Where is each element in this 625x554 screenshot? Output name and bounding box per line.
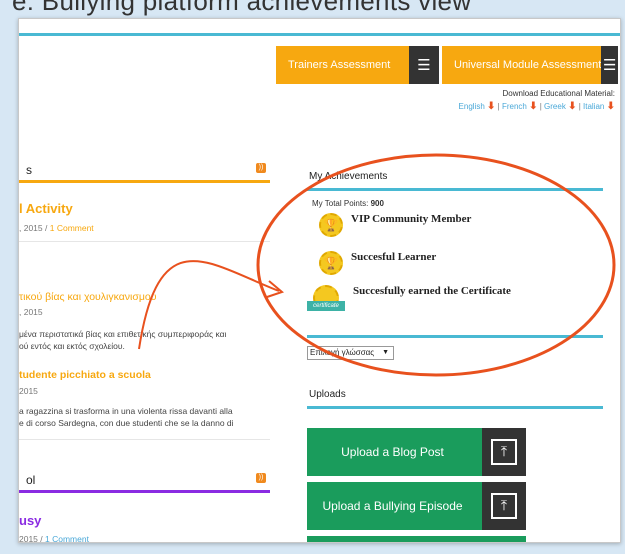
achievement-name: VIP Community Member xyxy=(351,213,472,225)
download-arrow-icon[interactable]: ⬇ xyxy=(529,101,537,112)
achievements-bottom-rule xyxy=(307,335,603,338)
download-title: Download Educational Material: xyxy=(502,89,615,98)
post-date: , 2015 xyxy=(19,223,43,233)
top-rule xyxy=(19,33,620,36)
language-select[interactable]: Επιλογή γλώσσας ▼ xyxy=(307,346,394,360)
universal-module-assessment-label: Universal Module Assessment xyxy=(454,59,602,71)
uploads-underline xyxy=(307,406,603,409)
download-languages: English ⬇ | French ⬇ | Greek ⬇ | Italian… xyxy=(459,101,615,112)
trainers-assessment-button[interactable]: Trainers Assessment ☰ xyxy=(276,46,439,84)
uploads-heading: Uploads xyxy=(309,389,346,400)
trophy-icon: 🏆 xyxy=(319,213,343,237)
comments-link[interactable]: 1 Comment xyxy=(50,223,94,233)
highlight-arrowhead xyxy=(266,280,285,298)
separator: | xyxy=(539,102,542,111)
blog-section-header: ol )) xyxy=(19,471,270,493)
dropdown-caret-icon: ▼ xyxy=(382,349,389,356)
post-date: 2015 xyxy=(19,386,38,396)
post-meta: 2015 / 1 Comment xyxy=(19,534,89,543)
meta-separator: / xyxy=(42,223,50,233)
news-section-title: s xyxy=(26,163,32,177)
total-points-label: My Total Points: xyxy=(312,199,369,208)
achievement-item: 🏆 VIP Community Member xyxy=(319,213,471,237)
separator: | xyxy=(578,102,581,111)
blog-section-title: ol xyxy=(26,473,36,487)
post-meta: , 2015 xyxy=(19,307,43,317)
download-material: Download Educational Material: English ⬇… xyxy=(459,89,615,112)
excerpt-line: e di corso Sardegna, con due studenti ch… xyxy=(19,418,234,428)
excerpt-line: ού εντός και εκτός σχολείου. xyxy=(19,341,125,351)
upload-icon: ⤒ xyxy=(491,439,517,465)
post-excerpt: a ragazzina si trasforma in una violenta… xyxy=(19,405,234,429)
upload-icon: ⤒ xyxy=(491,493,517,519)
certificate-ribbon: certificate xyxy=(307,301,345,311)
download-arrow-icon[interactable]: ⬇ xyxy=(568,101,576,112)
post-title-link[interactable]: usy xyxy=(19,513,41,528)
divider xyxy=(19,439,270,440)
achievements-underline xyxy=(307,188,603,191)
post-date: , 2015 xyxy=(19,307,43,317)
excerpt-line: a ragazzina si trasforma in una violenta… xyxy=(19,406,233,416)
upload-button-label: Upload a Bullying Episode xyxy=(322,499,463,513)
upload-button-partial[interactable] xyxy=(307,536,526,542)
upload-button-label: Upload a Blog Post xyxy=(341,445,444,459)
upload-icon-panel: ⤒ xyxy=(482,428,526,476)
comments-link[interactable]: 1 Comment xyxy=(45,534,89,542)
rss-icon[interactable]: )) xyxy=(256,473,266,483)
window-caption: e: Bullying platform achievements view xyxy=(12,0,472,16)
achievement-name: Succesful Learner xyxy=(351,251,437,263)
section-underline xyxy=(19,490,270,493)
trainers-assessment-label: Trainers Assessment xyxy=(288,59,391,71)
download-arrow-icon[interactable]: ⬇ xyxy=(487,101,495,112)
achievement-item: certificate Succesfully earned the Certi… xyxy=(307,285,511,317)
post-excerpt: μένα περιστατικά βίας και επιθετικής συμ… xyxy=(19,328,226,352)
post-title-link[interactable]: l Activity xyxy=(19,201,73,216)
total-points: My Total Points: 900 xyxy=(312,199,384,208)
meta-separator: / xyxy=(37,534,46,543)
download-italian-link[interactable]: Italian xyxy=(583,102,604,111)
post-title-link[interactable]: tudente picchiato a scuola xyxy=(19,369,151,381)
post-date: 2015 xyxy=(19,534,38,543)
download-greek-link[interactable]: Greek xyxy=(544,102,566,111)
news-section-header: s )) xyxy=(19,161,270,183)
upload-blog-post-button[interactable]: Upload a Blog Post ⤒ xyxy=(307,428,526,476)
achievements-heading: My Achievements xyxy=(309,171,388,182)
certificate-badge-icon: certificate xyxy=(307,285,345,317)
excerpt-line: μένα περιστατικά βίας και επιθετικής συμ… xyxy=(19,329,227,339)
trophy-icon: 🏆 xyxy=(319,251,343,275)
universal-module-assessment-button[interactable]: Universal Module Assessment ☰ xyxy=(442,46,618,84)
total-points-value: 900 xyxy=(370,199,384,208)
language-select-value: Επιλογή γλώσσας xyxy=(310,348,375,357)
achievement-name: Succesfully earned the Certificate xyxy=(353,285,511,297)
post-title-link[interactable]: τικού βίας και χουλιγκανισμού xyxy=(19,291,157,303)
checklist-icon: ☰ xyxy=(601,46,618,84)
section-underline xyxy=(19,180,270,183)
page-frame: Trainers Assessment ☰ Universal Module A… xyxy=(18,18,621,543)
rss-icon[interactable]: )) xyxy=(256,163,266,173)
download-arrow-icon[interactable]: ⬇ xyxy=(607,101,615,112)
achievement-item: 🏆 Succesful Learner xyxy=(319,251,436,275)
post-meta: , 2015 / 1 Comment xyxy=(19,223,94,233)
download-french-link[interactable]: French xyxy=(502,102,527,111)
checklist-icon: ☰ xyxy=(409,46,439,84)
upload-bullying-episode-button[interactable]: Upload a Bullying Episode ⤒ xyxy=(307,482,526,530)
upload-icon-panel: ⤒ xyxy=(482,482,526,530)
post-meta: 2015 xyxy=(19,386,38,396)
download-english-link[interactable]: English xyxy=(459,102,485,111)
divider xyxy=(19,241,270,242)
separator: | xyxy=(497,102,500,111)
